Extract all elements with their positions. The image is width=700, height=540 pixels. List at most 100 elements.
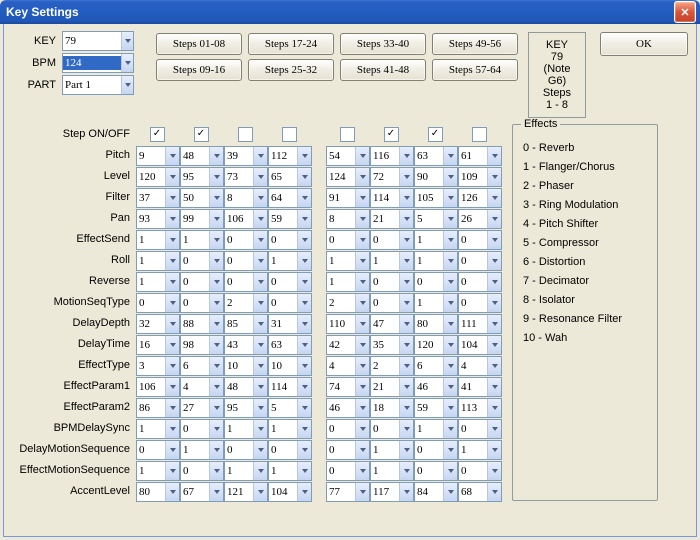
value-input[interactable]: [459, 401, 487, 415]
value-input[interactable]: [459, 485, 487, 499]
value-input[interactable]: [181, 212, 209, 226]
value-input[interactable]: [269, 443, 297, 457]
value-dropdown-button[interactable]: [399, 294, 413, 312]
value-dropdown-button[interactable]: [165, 294, 179, 312]
value-cell[interactable]: [268, 293, 310, 311]
value-dropdown-button[interactable]: [253, 210, 267, 228]
key-combo[interactable]: [62, 31, 134, 51]
value-cell[interactable]: [370, 440, 412, 458]
value-cell[interactable]: [268, 314, 310, 332]
value-dropdown-button[interactable]: [487, 252, 501, 270]
value-input[interactable]: [269, 317, 297, 331]
value-input[interactable]: [327, 212, 355, 226]
value-cell[interactable]: [458, 461, 500, 479]
value-input[interactable]: [225, 380, 253, 394]
steps-57-64-button[interactable]: Steps 57-64: [432, 59, 518, 81]
value-dropdown-button[interactable]: [487, 210, 501, 228]
value-dropdown-button[interactable]: [399, 378, 413, 396]
value-input[interactable]: [181, 380, 209, 394]
value-input[interactable]: [225, 149, 253, 163]
steps-49-56-button[interactable]: Steps 49-56: [432, 33, 518, 55]
value-dropdown-button[interactable]: [209, 462, 223, 480]
value-cell[interactable]: [224, 377, 266, 395]
value-input[interactable]: [371, 191, 399, 205]
value-dropdown-button[interactable]: [297, 378, 311, 396]
value-input[interactable]: [415, 464, 443, 478]
value-cell[interactable]: [268, 146, 310, 164]
part-input[interactable]: [63, 78, 121, 92]
value-cell[interactable]: [180, 398, 222, 416]
value-cell[interactable]: [458, 251, 500, 269]
value-input[interactable]: [181, 464, 209, 478]
step-onoff-checkbox[interactable]: [238, 127, 253, 142]
value-cell[interactable]: [180, 167, 222, 185]
close-button[interactable]: ✕: [674, 1, 696, 23]
bpm-dropdown-button[interactable]: [121, 54, 133, 72]
value-input[interactable]: [327, 380, 355, 394]
value-cell[interactable]: [136, 440, 178, 458]
value-input[interactable]: [415, 422, 443, 436]
value-cell[interactable]: [414, 230, 456, 248]
value-dropdown-button[interactable]: [399, 210, 413, 228]
value-dropdown-button[interactable]: [165, 231, 179, 249]
value-cell[interactable]: [458, 188, 500, 206]
value-cell[interactable]: [268, 398, 310, 416]
value-input[interactable]: [137, 485, 165, 499]
value-dropdown-button[interactable]: [399, 462, 413, 480]
value-input[interactable]: [371, 149, 399, 163]
bpm-combo[interactable]: [62, 53, 134, 73]
part-combo[interactable]: [62, 75, 134, 95]
value-input[interactable]: [269, 464, 297, 478]
value-dropdown-button[interactable]: [165, 189, 179, 207]
value-dropdown-button[interactable]: [443, 252, 457, 270]
value-dropdown-button[interactable]: [443, 273, 457, 291]
value-cell[interactable]: [458, 377, 500, 395]
value-cell[interactable]: [268, 188, 310, 206]
ok-button[interactable]: OK: [600, 32, 688, 56]
value-input[interactable]: [415, 401, 443, 415]
value-input[interactable]: [415, 317, 443, 331]
value-cell[interactable]: [136, 230, 178, 248]
value-cell[interactable]: [370, 146, 412, 164]
value-input[interactable]: [137, 317, 165, 331]
value-cell[interactable]: [326, 440, 368, 458]
value-input[interactable]: [269, 170, 297, 184]
value-dropdown-button[interactable]: [443, 399, 457, 417]
value-cell[interactable]: [224, 314, 266, 332]
value-cell[interactable]: [224, 230, 266, 248]
value-input[interactable]: [225, 296, 253, 310]
value-dropdown-button[interactable]: [253, 168, 267, 186]
value-input[interactable]: [181, 170, 209, 184]
value-input[interactable]: [181, 233, 209, 247]
value-dropdown-button[interactable]: [443, 378, 457, 396]
bpm-input[interactable]: [63, 56, 121, 70]
step-onoff-checkbox[interactable]: ✓: [428, 127, 443, 142]
value-dropdown-button[interactable]: [443, 294, 457, 312]
value-dropdown-button[interactable]: [297, 441, 311, 459]
key-input[interactable]: [63, 34, 121, 48]
value-input[interactable]: [327, 170, 355, 184]
value-cell[interactable]: [458, 482, 500, 500]
value-dropdown-button[interactable]: [297, 189, 311, 207]
value-cell[interactable]: [136, 398, 178, 416]
value-input[interactable]: [137, 170, 165, 184]
value-input[interactable]: [181, 296, 209, 310]
value-input[interactable]: [371, 485, 399, 499]
value-cell[interactable]: [224, 419, 266, 437]
value-dropdown-button[interactable]: [443, 483, 457, 501]
value-cell[interactable]: [136, 377, 178, 395]
value-cell[interactable]: [268, 272, 310, 290]
value-dropdown-button[interactable]: [209, 336, 223, 354]
value-dropdown-button[interactable]: [355, 231, 369, 249]
value-input[interactable]: [415, 443, 443, 457]
value-cell[interactable]: [326, 335, 368, 353]
value-dropdown-button[interactable]: [209, 168, 223, 186]
value-input[interactable]: [181, 485, 209, 499]
value-dropdown-button[interactable]: [487, 273, 501, 291]
value-cell[interactable]: [224, 335, 266, 353]
value-dropdown-button[interactable]: [487, 462, 501, 480]
value-dropdown-button[interactable]: [297, 210, 311, 228]
value-dropdown-button[interactable]: [443, 336, 457, 354]
value-input[interactable]: [269, 296, 297, 310]
value-cell[interactable]: [326, 377, 368, 395]
